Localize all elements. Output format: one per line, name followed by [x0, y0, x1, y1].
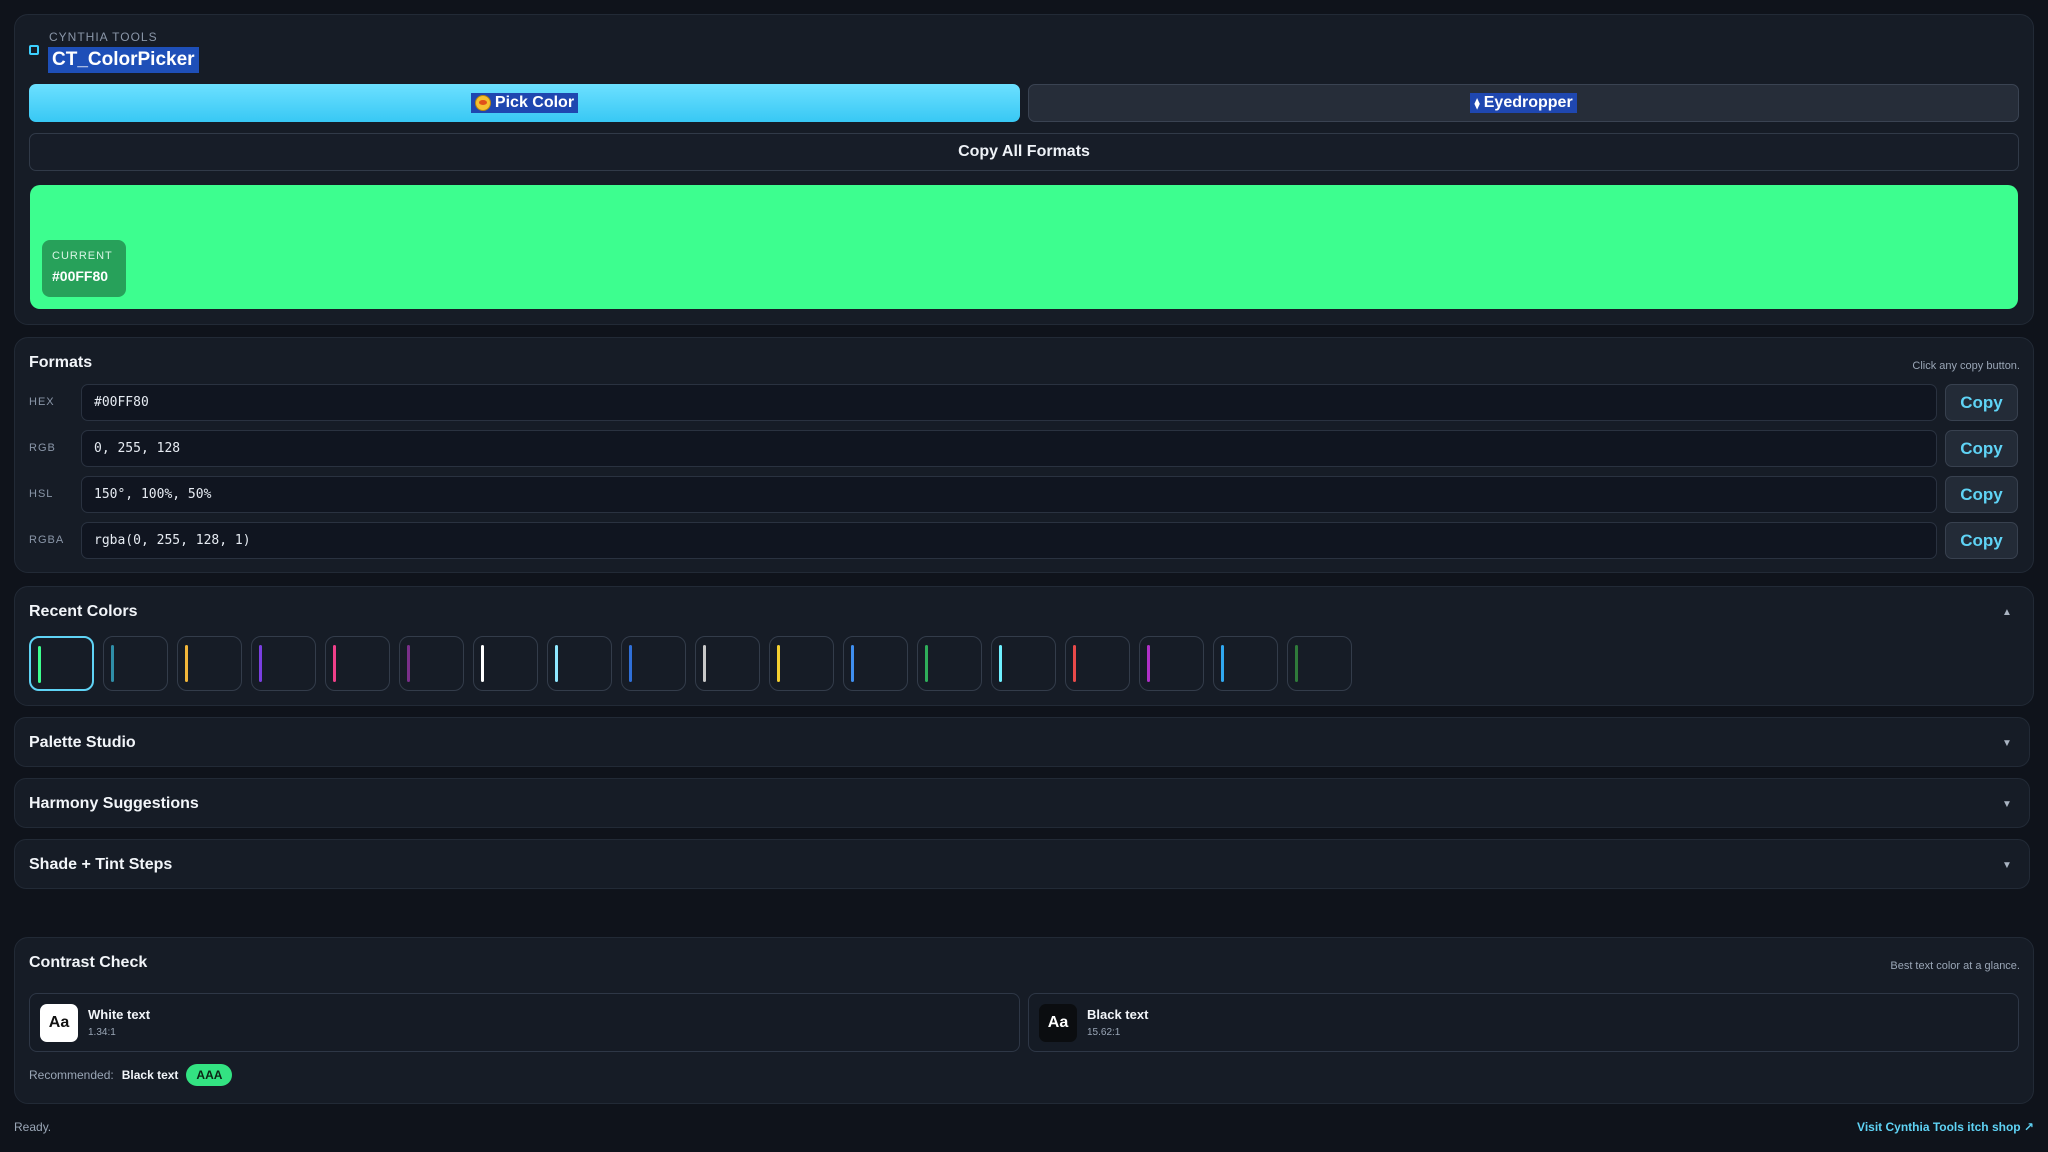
format-value-rgb[interactable]: 0, 255, 128 — [81, 430, 1937, 467]
swatch-color-bar — [1295, 645, 1298, 682]
white-text-card[interactable]: Aa White text 1.34:1 — [29, 993, 1020, 1052]
recommendation-row: Recommended: Black text AAA — [29, 1064, 233, 1086]
eyedropper-icon: ⧫ — [1474, 97, 1480, 110]
white-text-ratio: 1.34:1 — [88, 1027, 116, 1038]
palette-studio-accordion[interactable] — [14, 717, 2030, 767]
contrast-title: Contrast Check — [29, 954, 148, 971]
shade-expand-caret-icon[interactable]: ▼ — [2002, 860, 2012, 871]
current-hex: #00FF80 — [52, 268, 109, 284]
aaa-badge: AAA — [186, 1064, 233, 1086]
pick-color-button[interactable]: Pick Color — [29, 84, 1020, 122]
recent-swatch[interactable] — [399, 636, 464, 691]
recent-swatch[interactable] — [29, 636, 94, 691]
recent-swatch[interactable] — [325, 636, 390, 691]
collapse-caret-icon[interactable]: ▲ — [2002, 607, 2012, 618]
recent-swatch[interactable] — [991, 636, 1056, 691]
recent-swatch[interactable] — [1287, 636, 1352, 691]
current-label: CURRENT — [52, 250, 113, 262]
harmony-expand-caret-icon[interactable]: ▼ — [2002, 799, 2012, 810]
harmony-title: Harmony Suggestions — [29, 795, 199, 812]
palette-emoji-icon — [474, 95, 491, 111]
shade-tint-title: Shade + Tint Steps — [29, 856, 173, 873]
swatch-color-bar — [703, 645, 706, 682]
swatch-color-bar — [481, 645, 484, 682]
current-color-chip: CURRENT #00FF80 — [42, 240, 126, 297]
app-title: CT_ColorPicker — [48, 47, 199, 73]
eyedropper-label: Eyedropper — [1483, 94, 1573, 111]
swatch-color-bar — [999, 645, 1002, 682]
black-text-ratio: 15.62:1 — [1087, 1027, 1121, 1038]
recommended-value: Black text — [121, 1068, 179, 1082]
recent-swatch[interactable] — [251, 636, 316, 691]
copy-rgb-button[interactable]: Copy — [1945, 430, 2018, 467]
white-text-label: White text — [88, 1007, 151, 1022]
recent-colors-title[interactable]: Recent Colors — [29, 603, 137, 621]
recent-swatch[interactable] — [1065, 636, 1130, 691]
pick-color-label: Pick Color — [494, 94, 575, 111]
format-label-hsl: HSL — [29, 488, 54, 500]
palette-studio-title: Palette Studio — [29, 734, 136, 751]
format-label-rgba: RGBA — [29, 534, 65, 546]
recent-swatch[interactable] — [1213, 636, 1278, 691]
shade-tint-accordion[interactable] — [14, 839, 2030, 889]
black-text-card[interactable]: Aa Black text 15.62:1 — [1028, 993, 2019, 1052]
brand-name: CYNTHIA TOOLS — [49, 30, 158, 44]
recent-swatch[interactable] — [1139, 636, 1204, 691]
format-value-rgba[interactable]: rgba(0, 255, 128, 1) — [81, 522, 1937, 559]
swatch-color-bar — [629, 645, 632, 682]
pick-color-label-wrap: Pick Color — [470, 93, 579, 113]
copy-hsl-button[interactable]: Copy — [1945, 476, 2018, 513]
swatch-color-bar — [555, 645, 558, 682]
recent-swatch[interactable] — [843, 636, 908, 691]
swatch-color-bar — [407, 645, 410, 682]
format-value-hex[interactable]: #00FF80 — [81, 384, 1937, 421]
swatch-color-bar — [851, 645, 854, 682]
swatch-color-bar — [777, 645, 780, 682]
formats-hint: Click any copy button. — [1912, 360, 2020, 372]
copy-rgba-button[interactable]: Copy — [1945, 522, 2018, 559]
swatch-color-bar — [1073, 645, 1076, 682]
swatch-color-bar — [38, 646, 41, 683]
swatch-color-bar — [1147, 645, 1150, 682]
recent-swatch[interactable] — [103, 636, 168, 691]
eyedropper-label-wrap: ⧫ Eyedropper — [1470, 93, 1577, 113]
eyedropper-button[interactable]: ⧫ Eyedropper — [1028, 84, 2019, 122]
app-logo-icon — [29, 45, 39, 55]
swatch-color-bar — [1221, 645, 1224, 682]
recommended-label: Recommended: — [29, 1068, 114, 1082]
black-sample: Aa — [1039, 1004, 1077, 1042]
copy-all-formats-button[interactable]: Copy All Formats — [29, 133, 2019, 171]
format-label-hex: HEX — [29, 396, 55, 408]
swatch-color-bar — [111, 645, 114, 682]
swatch-color-bar — [925, 645, 928, 682]
swatch-color-bar — [333, 645, 336, 682]
recent-swatch[interactable] — [177, 636, 242, 691]
format-label-rgb: RGB — [29, 442, 56, 454]
copy-hex-button[interactable]: Copy — [1945, 384, 2018, 421]
swatch-color-bar — [259, 645, 262, 682]
recent-swatch[interactable] — [621, 636, 686, 691]
swatch-color-bar — [185, 645, 188, 682]
status-text: Ready. — [14, 1120, 52, 1134]
white-sample: Aa — [40, 1004, 78, 1042]
palette-expand-caret-icon[interactable]: ▼ — [2002, 738, 2012, 749]
format-value-hsl[interactable]: 150°, 100%, 50% — [81, 476, 1937, 513]
harmony-accordion[interactable] — [14, 778, 2030, 828]
black-text-label: Black text — [1087, 1007, 1149, 1022]
recent-swatch[interactable] — [473, 636, 538, 691]
contrast-hint: Best text color at a glance. — [1890, 960, 2020, 972]
color-preview: CURRENT #00FF80 — [30, 185, 2018, 309]
recent-swatch[interactable] — [769, 636, 834, 691]
recent-swatch[interactable] — [917, 636, 982, 691]
itch-shop-link[interactable]: Visit Cynthia Tools itch shop ↗ — [1857, 1120, 2034, 1134]
recent-swatch[interactable] — [547, 636, 612, 691]
recent-swatch[interactable] — [695, 636, 760, 691]
formats-title: Formats — [29, 354, 93, 371]
